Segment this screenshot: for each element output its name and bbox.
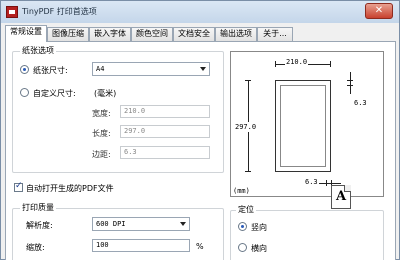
resolution-value: 600 DPI xyxy=(96,220,126,228)
height-dim-label: 297.0 xyxy=(235,122,257,132)
margin-right-label: 6.3 xyxy=(354,99,367,107)
tab-document-security[interactable]: 文档安全 xyxy=(173,27,215,41)
portrait-radio[interactable] xyxy=(238,222,247,231)
tab-about[interactable]: 关于... xyxy=(257,27,293,41)
resolution-select[interactable]: 600 DPI xyxy=(92,217,190,231)
orientation-title: 定位 xyxy=(236,204,256,215)
preferences-window: TinyPDF 打印首选项 ✕ 常规设置 图像压缩 嵌入字体 颜色空间 文档安全… xyxy=(0,0,400,260)
tab-general[interactable]: 常规设置 xyxy=(5,25,47,42)
scale-field[interactable]: 100 xyxy=(92,239,190,252)
chevron-down-icon xyxy=(180,222,186,226)
portrait-label: 竖向 xyxy=(251,223,267,232)
scale-label: 缩放: xyxy=(26,243,45,252)
margin-label: 边距: xyxy=(92,150,111,159)
landscape-label: 横向 xyxy=(251,244,267,253)
margin-bottom-label: 6.3 xyxy=(305,178,318,186)
landscape-radio[interactable] xyxy=(238,243,247,252)
tab-output-options[interactable]: 输出选项 xyxy=(215,27,257,41)
resolution-label: 解析度: xyxy=(26,221,53,230)
paper-size-label: 纸张尺寸: xyxy=(33,66,68,75)
height-label: 长度: xyxy=(92,129,111,138)
paper-options-title: 纸张选项 xyxy=(20,45,56,56)
paper-preview: 210.0 297.0 6.3 6.3 (mm) xyxy=(230,51,384,197)
percent-label: % xyxy=(196,242,204,251)
margin-field[interactable]: 6.3 xyxy=(120,146,210,159)
auto-open-pdf-checkbox[interactable] xyxy=(14,181,23,192)
margin-right-line xyxy=(350,72,351,94)
tab-embed-fonts[interactable]: 嵌入字体 xyxy=(89,27,131,41)
title-bar: TinyPDF 打印首选项 ✕ xyxy=(1,1,399,23)
portrait-page-icon: A xyxy=(331,185,351,209)
close-button[interactable]: ✕ xyxy=(365,3,393,19)
custom-size-radio[interactable] xyxy=(20,88,29,97)
window-title: TinyPDF 打印首选项 xyxy=(22,7,97,16)
tab-image-compression[interactable]: 图像压缩 xyxy=(47,27,89,41)
tab-color-space[interactable]: 颜色空间 xyxy=(131,27,173,41)
margin-bottom-line xyxy=(319,183,341,184)
width-label: 宽度: xyxy=(92,109,111,118)
unit-label: (毫米) xyxy=(94,89,117,98)
paper-size-value: A4 xyxy=(96,65,105,73)
print-quality-title: 打印质量 xyxy=(20,202,56,213)
auto-open-pdf-label: 自动打开生成的PDF文件 xyxy=(26,184,114,193)
chevron-down-icon xyxy=(200,67,206,71)
tinypdf-app-icon xyxy=(6,6,18,18)
custom-size-label: 自定义尺寸: xyxy=(33,89,76,98)
page-printable-area xyxy=(280,85,326,167)
width-dim-label: 210.0 xyxy=(285,58,309,66)
height-field[interactable]: 297.0 xyxy=(120,125,210,138)
paper-size-radio[interactable] xyxy=(20,65,29,74)
unit-mm-label: (mm) xyxy=(233,187,250,195)
paper-size-select[interactable]: A4 xyxy=(92,62,210,76)
width-field[interactable]: 210.0 xyxy=(120,105,210,118)
general-settings-panel: 纸张选项 纸张尺寸: A4 自定义尺寸: (毫米) 宽度: 210.0 长度: … xyxy=(5,41,396,260)
